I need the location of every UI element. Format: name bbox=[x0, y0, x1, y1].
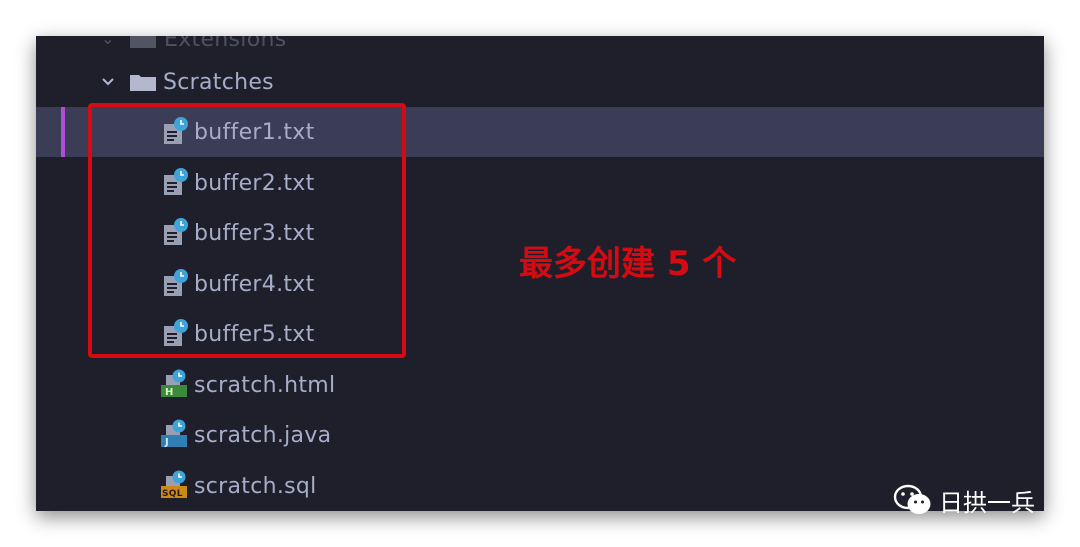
html-badge-letter: H bbox=[165, 387, 174, 398]
tree-label-file: scratch.html bbox=[194, 372, 336, 398]
tree-row-file[interactable]: H scratch.html bbox=[36, 360, 1044, 410]
tree-label-extensions: Extensions bbox=[164, 36, 287, 52]
chevron-down-icon[interactable] bbox=[100, 74, 116, 90]
sql-badge-letters: SQL bbox=[162, 489, 183, 499]
tree-label-file: scratch.sql bbox=[194, 473, 317, 499]
java-scratch-icon: J bbox=[161, 419, 187, 448]
watermark-text: 日拱一兵 bbox=[939, 488, 1035, 517]
tree-label-file: scratch.java bbox=[194, 422, 332, 448]
java-badge-letter: J bbox=[164, 437, 169, 448]
chevron-down-icon[interactable]: ⌄ bbox=[100, 36, 116, 47]
wechat-icon bbox=[893, 484, 931, 514]
sql-scratch-icon: SQL bbox=[161, 470, 187, 499]
selection-marker bbox=[61, 107, 65, 157]
html-scratch-icon: H bbox=[161, 369, 187, 398]
tree-label-scratches: Scratches bbox=[163, 69, 274, 95]
tree-row-scratches[interactable]: Scratches bbox=[36, 57, 1044, 107]
annotation-text: 最多创建 5 个 bbox=[519, 244, 737, 284]
watermark: 日拱一兵 bbox=[893, 480, 1035, 520]
folder-icon bbox=[130, 36, 156, 48]
tree-row-file[interactable]: J scratch.java bbox=[36, 410, 1044, 460]
folder-icon bbox=[130, 75, 156, 91]
annotation-highlight-box bbox=[88, 103, 406, 358]
